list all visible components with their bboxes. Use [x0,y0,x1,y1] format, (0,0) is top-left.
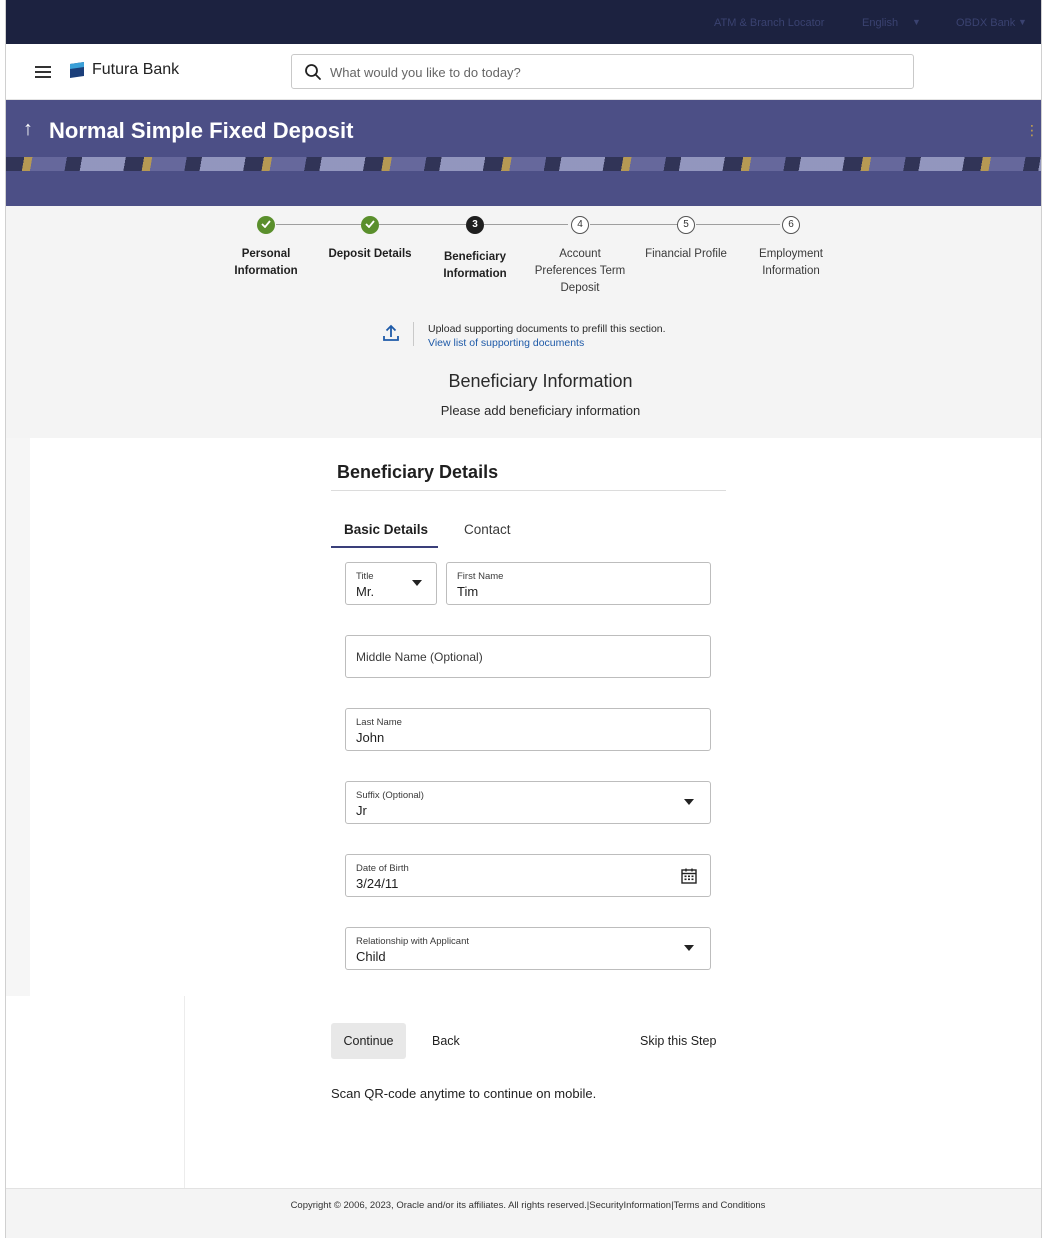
hamburger-menu-icon[interactable] [35,66,51,78]
left-rail-divider [184,996,185,1188]
section-subtitle: Please add beneficiary information [440,403,641,418]
suffix-value: Jr [356,803,367,818]
step-5-label: Financial Profile [645,248,727,260]
step-6-label: Employment Information [759,248,823,277]
upload-hint-text: Upload supporting documents to prefill t… [428,323,666,335]
section-title: Beneficiary Information [448,371,633,391]
more-options-icon[interactable]: ⋮ [1025,122,1039,139]
step-3-label: Beneficiary Information [443,251,507,280]
suffix-dropdown-caret-icon [684,799,694,805]
user-chevron-down-icon: ▼ [1018,17,1027,27]
active-tab-indicator [331,546,438,548]
step-1-completed-icon [257,216,275,234]
footer-copyright: Copyright © 2006, 2023, Oracle and/or it… [290,1200,766,1211]
upload-icon[interactable] [381,323,401,343]
step-5-indicator: 5 [677,216,695,234]
last-name-value: John [356,730,385,745]
top-utility-bar: ATM & Branch Locator English ▼ OBDX Bank… [6,0,1041,44]
tab-basic-details[interactable]: Basic Details [344,522,428,537]
beneficiary-details-heading: Beneficiary Details [337,462,499,482]
date-of-birth-value: 3/24/11 [356,876,399,891]
app-header: Futura Bank [6,44,1041,100]
qr-code-hint: Scan QR-code anytime to continue on mobi… [331,1086,597,1101]
step-2-completed-icon [361,216,379,234]
stepper-connector [484,224,568,225]
language-chevron-down-icon: ▼ [912,17,921,27]
search-bar[interactable] [291,54,914,89]
atm-branch-locator-link[interactable]: ATM & Branch Locator [714,17,824,29]
app-frame: ATM & Branch Locator English ▼ OBDX Bank… [5,0,1042,1238]
language-selector[interactable]: English [862,17,898,29]
supporting-documents-link[interactable]: View list of supporting documents [428,337,584,349]
middle-name-placeholder: Middle Name (Optional) [356,650,483,664]
back-arrow-icon[interactable]: ↑ [23,118,33,141]
step-3-active-indicator: 3 [466,216,484,234]
page-footer: Copyright © 2006, 2023, Oracle and/or it… [6,1188,1041,1238]
futura-bank-logo-icon [70,62,84,78]
calendar-icon[interactable] [680,867,698,885]
stepper-connector [379,224,466,225]
page-title: Normal Simple Fixed Deposit [49,118,354,143]
relationship-dropdown-caret-icon [684,945,694,951]
title-value: Mr. [356,584,375,599]
title-dropdown-caret-icon [412,580,422,586]
suffix-dropdown[interactable]: Suffix (Optional) Jr [345,781,711,824]
relationship-dropdown[interactable]: Relationship with Applicant Child [345,927,711,970]
heading-divider [331,490,726,491]
stepper-connector [590,224,678,225]
tab-contact[interactable]: Contact [464,522,511,537]
step-1-label: Personal Information [234,248,298,277]
date-of-birth-field[interactable]: Date of Birth 3/24/11 [345,854,711,897]
continue-button[interactable]: Continue [331,1023,406,1059]
last-name-field[interactable]: Last Name John [345,708,711,751]
relationship-value: Child [356,949,386,964]
back-button[interactable]: Back [432,1034,460,1048]
first-name-value: Tim [457,584,479,599]
last-name-label: Last Name [356,717,402,728]
banner-pattern [6,157,1041,171]
stepper-connector [276,224,361,225]
search-icon [305,64,321,80]
stepper-connector [696,224,780,225]
first-name-label: First Name [457,571,504,582]
middle-name-field[interactable]: Middle Name (Optional) [345,635,711,678]
step-4-indicator: 4 [571,216,589,234]
first-name-field[interactable]: First Name Tim [446,562,711,605]
user-menu[interactable]: OBDX Bank [956,17,1015,29]
brand-name: Futura Bank [92,61,180,78]
step-2-label: Deposit Details [328,248,412,260]
step-4-label: Account Preferences Term Deposit [534,248,626,294]
step-6-indicator: 6 [782,216,800,234]
page-banner: ↑ Normal Simple Fixed Deposit ⋮ [6,100,1041,206]
search-input[interactable] [330,60,890,84]
date-of-birth-label: Date of Birth [356,863,409,874]
suffix-label: Suffix (Optional) [356,790,424,801]
relationship-label: Relationship with Applicant [356,936,470,947]
progress-stepper: 3 4 5 6 Personal Information Deposit Det… [6,212,1041,302]
skip-step-button[interactable]: Skip this Step [640,1034,716,1048]
title-label: Title [356,571,374,582]
upload-divider [413,322,414,346]
title-dropdown[interactable]: Title Mr. [345,562,437,605]
left-panel-strip [6,438,30,996]
